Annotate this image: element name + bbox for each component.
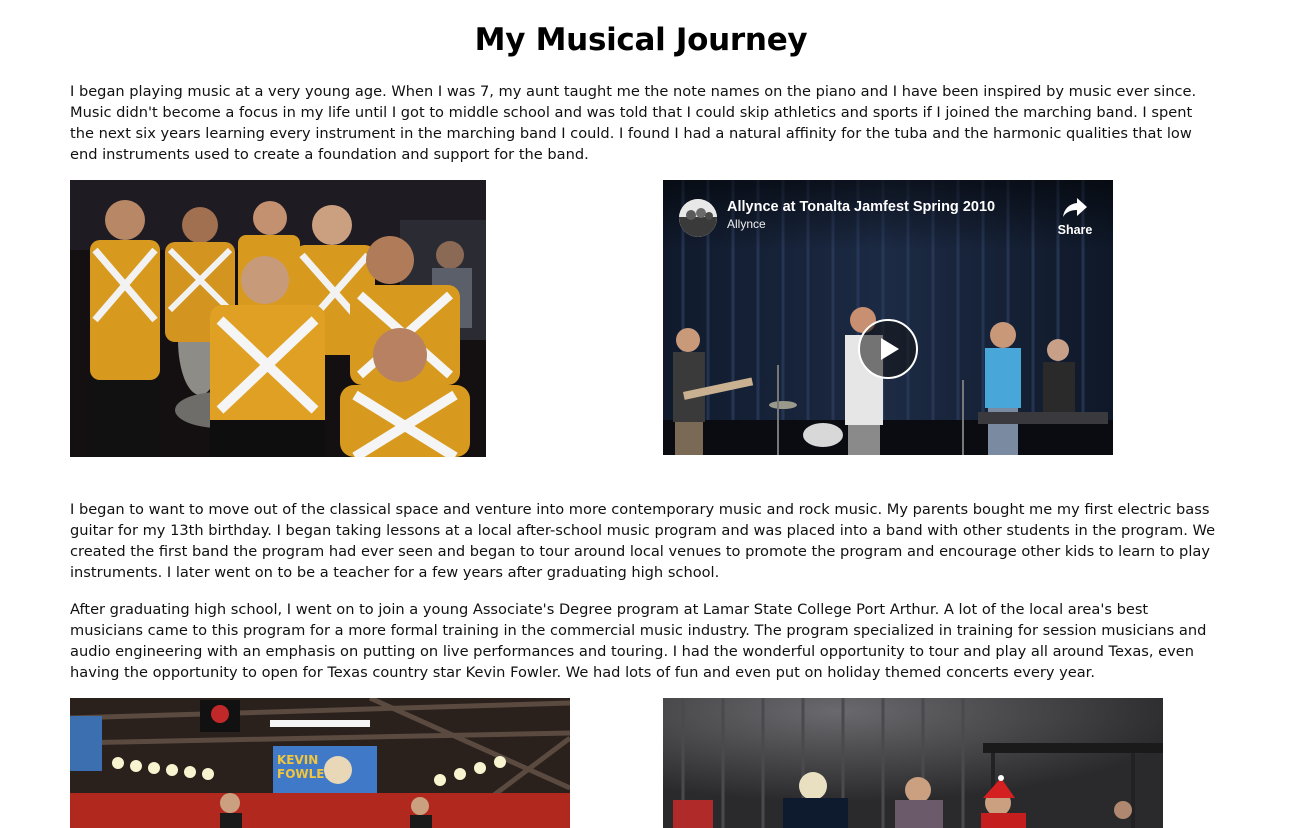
- holiday-concert-image: [663, 698, 1163, 828]
- page-title: My Musical Journey: [474, 22, 808, 58]
- share-button[interactable]: Share: [1051, 194, 1099, 240]
- video-player[interactable]: Allynce at Tonalta Jamfest Spring 2010 A…: [663, 180, 1113, 455]
- play-button[interactable]: [858, 319, 918, 379]
- video-header: Allynce at Tonalta Jamfest Spring 2010 A…: [663, 180, 1113, 250]
- stage-image: KEVIN FOWLER: [70, 698, 570, 828]
- rock-music-paragraph: I began to want to move out of the class…: [70, 501, 1216, 581]
- intro-paragraph: I began playing music at a very young ag…: [70, 83, 1197, 163]
- play-icon: [881, 338, 899, 360]
- channel-avatar[interactable]: [679, 199, 717, 237]
- marching-band-photo: [70, 180, 486, 457]
- holiday-concert-photo: [663, 698, 1163, 828]
- college-paragraph: After graduating high school, I went on …: [70, 601, 1207, 681]
- share-label: Share: [1057, 223, 1093, 237]
- page: My Musical Journey I began playing music…: [0, 0, 1302, 828]
- video-channel-name[interactable]: Allynce: [727, 217, 766, 231]
- banner-text-kevin: KEVIN: [277, 753, 318, 767]
- kevin-fowler-stage-photo: KEVIN FOWLER: [70, 698, 570, 828]
- share-icon: [1063, 198, 1087, 217]
- video-title[interactable]: Allynce at Tonalta Jamfest Spring 2010: [727, 199, 995, 215]
- marching-band-image: [70, 180, 486, 457]
